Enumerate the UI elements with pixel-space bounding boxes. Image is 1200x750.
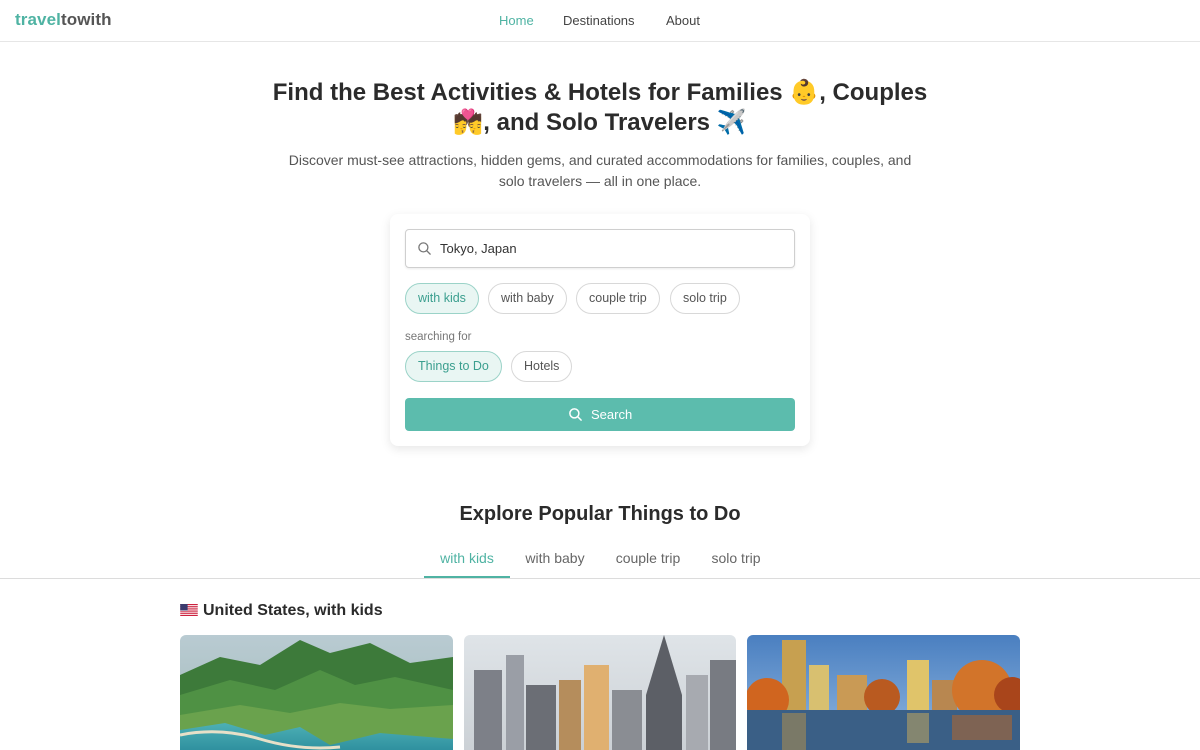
explore-section-title: Explore Popular Things to Do xyxy=(459,503,741,525)
country-section-title: United States, with kids xyxy=(180,602,383,620)
chip-hotels[interactable]: Hotels xyxy=(511,351,573,382)
hero-title: Find the Best Activities & Hotels for Fa… xyxy=(250,78,950,138)
us-flag-icon xyxy=(180,604,198,616)
searching-for-label: searching for xyxy=(405,331,472,343)
nav-link-destinations[interactable]: Destinations xyxy=(563,13,635,28)
hero-subtitle: Discover must-see attractions, hidden ge… xyxy=(288,152,912,189)
hero-title-line-1: Find the Best Activities & Hotels for Fa… xyxy=(272,79,928,106)
search-icon xyxy=(418,242,431,255)
chip-with-baby[interactable]: with baby xyxy=(488,283,567,314)
search-button-label: Search xyxy=(591,407,633,422)
nav-link-home[interactable]: Home xyxy=(499,13,534,28)
city-skyline-image xyxy=(464,635,736,750)
chip-solo-trip[interactable]: solo trip xyxy=(670,283,740,314)
destination-card-hawaii-photo[interactable] xyxy=(180,635,453,750)
tab-with-kids[interactable]: with kids xyxy=(424,540,510,578)
destination-search-field[interactable] xyxy=(405,229,795,268)
country-section-title-text: United States, with kids xyxy=(203,602,383,619)
chip-things-to-do[interactable]: Things to Do xyxy=(405,351,502,382)
coastal-mountains-image xyxy=(180,635,453,750)
destination-search-input[interactable] xyxy=(440,230,785,267)
search-button[interactable]: Search xyxy=(405,398,795,431)
main-nav: Home Destinations About xyxy=(0,13,1200,33)
destination-card-new-york-photo[interactable] xyxy=(464,635,736,750)
tab-with-baby[interactable]: with baby xyxy=(515,540,595,578)
chip-couple-trip[interactable]: couple trip xyxy=(576,283,660,314)
search-icon xyxy=(569,408,582,421)
destination-card-orlando-photo[interactable] xyxy=(747,635,1020,750)
search-card: with kids with baby couple trip solo tri… xyxy=(390,214,810,446)
lake-skyline-image xyxy=(747,635,1020,750)
tab-solo-trip[interactable]: solo trip xyxy=(701,540,771,578)
explore-tabs: with kids with baby couple trip solo tri… xyxy=(0,540,1200,579)
tab-couple-trip[interactable]: couple trip xyxy=(605,540,691,578)
top-navbar: traveltowith Home Destinations About xyxy=(0,0,1200,42)
hero-title-line-2: 💏, and Solo Travelers ✈️ xyxy=(453,109,747,136)
nav-link-about[interactable]: About xyxy=(666,13,700,28)
chip-with-kids[interactable]: with kids xyxy=(405,283,479,314)
